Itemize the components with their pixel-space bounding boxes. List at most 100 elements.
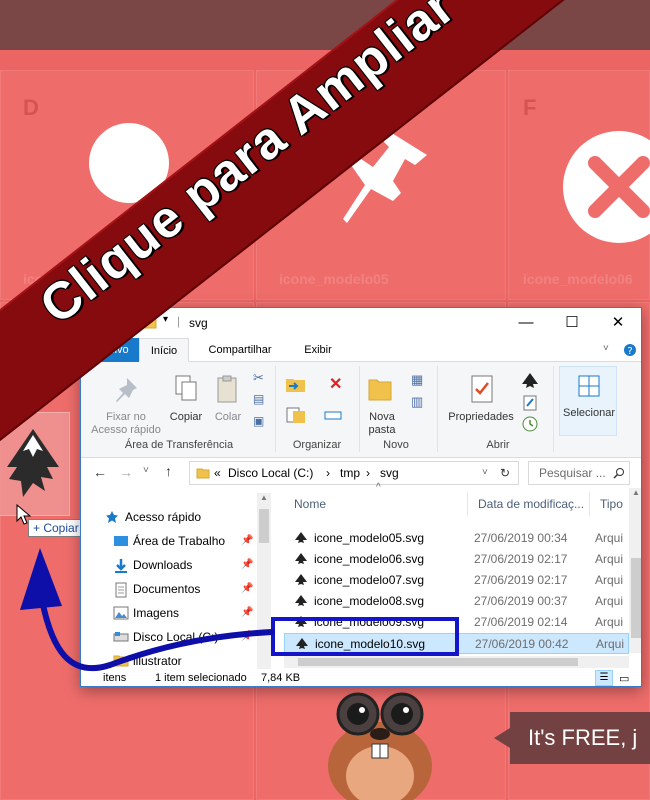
forward-arrow-icon[interactable]: → <box>119 464 133 480</box>
new-item-icon[interactable]: ▦ <box>411 372 423 388</box>
file-type: Arqui <box>595 615 624 629</box>
easy-access-icon[interactable]: ▥ <box>411 394 423 410</box>
svg-text:?: ? <box>627 346 632 357</box>
pin-quick-access-button[interactable]: Fixar no Acesso rápido <box>89 411 163 437</box>
address-part-drive[interactable]: Disco Local (C:) <box>228 462 313 484</box>
paste-shortcut-icon[interactable]: ▣ <box>253 414 264 428</box>
image-icon <box>113 606 129 620</box>
file-date: 27/06/2019 02:17 <box>474 573 568 587</box>
paste-button[interactable]: Colar <box>209 411 247 424</box>
file-list-scrollbar[interactable]: ▲ <box>629 488 641 653</box>
tab-inicio[interactable]: Início <box>139 338 189 362</box>
file-row[interactable]: icone_modelo08.svg 27/06/2019 00:37 Arqu… <box>284 591 629 612</box>
up-arrow-icon[interactable]: ↑ <box>165 463 172 479</box>
desktop-icon <box>114 536 128 546</box>
file-row[interactable]: icone_modelo05.svg 27/06/2019 00:34 Arqu… <box>284 528 629 549</box>
close-button[interactable]: ✕ <box>595 308 641 338</box>
inkscape-icon[interactable] <box>521 372 539 390</box>
inkscape-file-icon <box>295 595 307 606</box>
new-group-label: Novo <box>383 439 409 451</box>
scroll-up-icon[interactable]: ▲ <box>260 493 268 502</box>
ribbon-collapse-icon[interactable]: ˅ <box>603 343 609 354</box>
promo-banner[interactable]: It's FREE, j <box>510 712 650 764</box>
tab-compartilhar[interactable]: Compartilhar <box>195 338 285 362</box>
copy-path-icon[interactable]: ▤ <box>253 392 264 406</box>
copy-to-icon[interactable] <box>285 406 307 424</box>
edit-icon[interactable] <box>521 394 539 412</box>
navigation-pane: Acesso rápido Área de Trabalho 📌 Downloa… <box>81 493 271 669</box>
address-overflow[interactable]: « <box>214 462 221 484</box>
address-separator: › <box>326 466 330 480</box>
ribbon-separator <box>437 366 438 452</box>
address-bar-row: ← → ˅ ↑ « Disco Local (C:) › tmp › svg ˅… <box>81 458 641 488</box>
nav-item-documents[interactable]: Documentos <box>133 577 200 601</box>
tile-letter: F <box>523 95 537 120</box>
nav-item-local-disk[interactable]: Disco Local (C:) <box>133 625 218 649</box>
scroll-up-icon[interactable]: ▲ <box>632 488 640 497</box>
ribbon-separator <box>553 366 554 452</box>
document-icon <box>115 582 127 598</box>
nav-item-images[interactable]: Imagens <box>133 601 179 625</box>
delete-icon[interactable]: ✕ <box>329 374 342 394</box>
column-header-type[interactable]: Tipo <box>590 492 630 516</box>
select-button-frame[interactable]: Selecionar <box>559 366 617 436</box>
history-icon[interactable] <box>521 416 539 432</box>
back-arrow-icon[interactable]: ← <box>93 464 107 480</box>
file-date: 27/06/2019 00:34 <box>474 531 568 545</box>
file-type: Arqui <box>595 531 624 545</box>
tile-caption: icone_modelo05 <box>279 271 389 287</box>
help-icon[interactable]: ? <box>623 343 637 357</box>
maximize-button[interactable]: ☐ <box>549 308 595 338</box>
horizontal-scrollbar[interactable] <box>284 656 629 668</box>
selection-status: 1 item selecionado <box>155 672 247 684</box>
refresh-icon[interactable]: ↻ <box>500 462 510 484</box>
file-scroll-thumb[interactable] <box>631 558 641 638</box>
details-view-icon[interactable]: ☰ <box>595 670 613 686</box>
pin-icon: 📌 <box>241 559 254 570</box>
recent-dropdown-icon[interactable]: ˅ <box>143 465 149 476</box>
status-bar: itens 1 item selecionado 7,84 KB ☰ ▭ <box>81 669 641 686</box>
item-count: itens <box>103 672 127 684</box>
copy-icon <box>175 375 197 401</box>
column-header-name[interactable]: Nome <box>284 492 468 516</box>
address-field[interactable]: « Disco Local (C:) › tmp › svg ˅ ↻ <box>189 461 519 485</box>
nav-item-quick-access[interactable]: Acesso rápido <box>125 505 201 529</box>
file-row[interactable]: icone_modelo07.svg 27/06/2019 02:17 Arqu… <box>284 570 629 591</box>
nav-item-downloads[interactable]: Downloads <box>133 553 192 577</box>
large-icons-view-icon[interactable]: ▭ <box>619 670 629 686</box>
address-part-svg[interactable]: svg <box>380 462 399 484</box>
beaver-mascot <box>328 692 432 800</box>
horizontal-scroll-thumb[interactable] <box>298 658 578 666</box>
ribbon-separator <box>275 366 276 452</box>
inkscape-icon <box>7 429 59 497</box>
select-button[interactable]: Selecionar <box>560 407 618 420</box>
file-type: Arqui <box>595 594 624 608</box>
address-part-tmp[interactable]: tmp <box>340 462 360 484</box>
file-type: Arqui <box>595 573 624 587</box>
file-row[interactable]: icone_modelo06.svg 27/06/2019 02:17 Arqu… <box>284 549 629 570</box>
nav-scroll-thumb[interactable] <box>259 509 269 543</box>
open-group-label: Abrir <box>486 439 510 451</box>
move-to-icon[interactable] <box>285 376 307 394</box>
rename-icon[interactable] <box>323 406 343 424</box>
file-name: icone_modelo06.svg <box>314 552 425 566</box>
folder-icon <box>113 655 129 667</box>
star-icon <box>106 511 118 523</box>
nav-scrollbar[interactable]: ▲ <box>257 493 271 669</box>
pin-icon <box>116 378 137 402</box>
cut-icon[interactable]: ✂ <box>253 370 264 386</box>
window-title: svg <box>189 316 208 330</box>
icon-tile[interactable]: F icone_modelo06 <box>508 70 650 300</box>
inkscape-file-icon <box>295 532 307 543</box>
file-date: 27/06/2019 00:42 <box>475 637 569 651</box>
nav-item-desktop[interactable]: Área de Trabalho <box>133 529 225 553</box>
properties-button[interactable]: Propriedades <box>443 411 519 424</box>
address-dropdown-icon[interactable]: ˅ <box>482 462 488 484</box>
clipboard-group-label: Área de Transferência <box>124 439 234 451</box>
minimize-button[interactable]: — <box>503 308 549 338</box>
new-folder-button[interactable]: Nova pasta <box>361 411 403 437</box>
copy-button[interactable]: Copiar <box>165 411 207 424</box>
tab-exibir[interactable]: Exibir <box>293 338 343 362</box>
search-input[interactable]: Pesquisar ... <box>528 461 630 485</box>
column-header-date[interactable]: Data de modificaç... <box>468 492 590 516</box>
